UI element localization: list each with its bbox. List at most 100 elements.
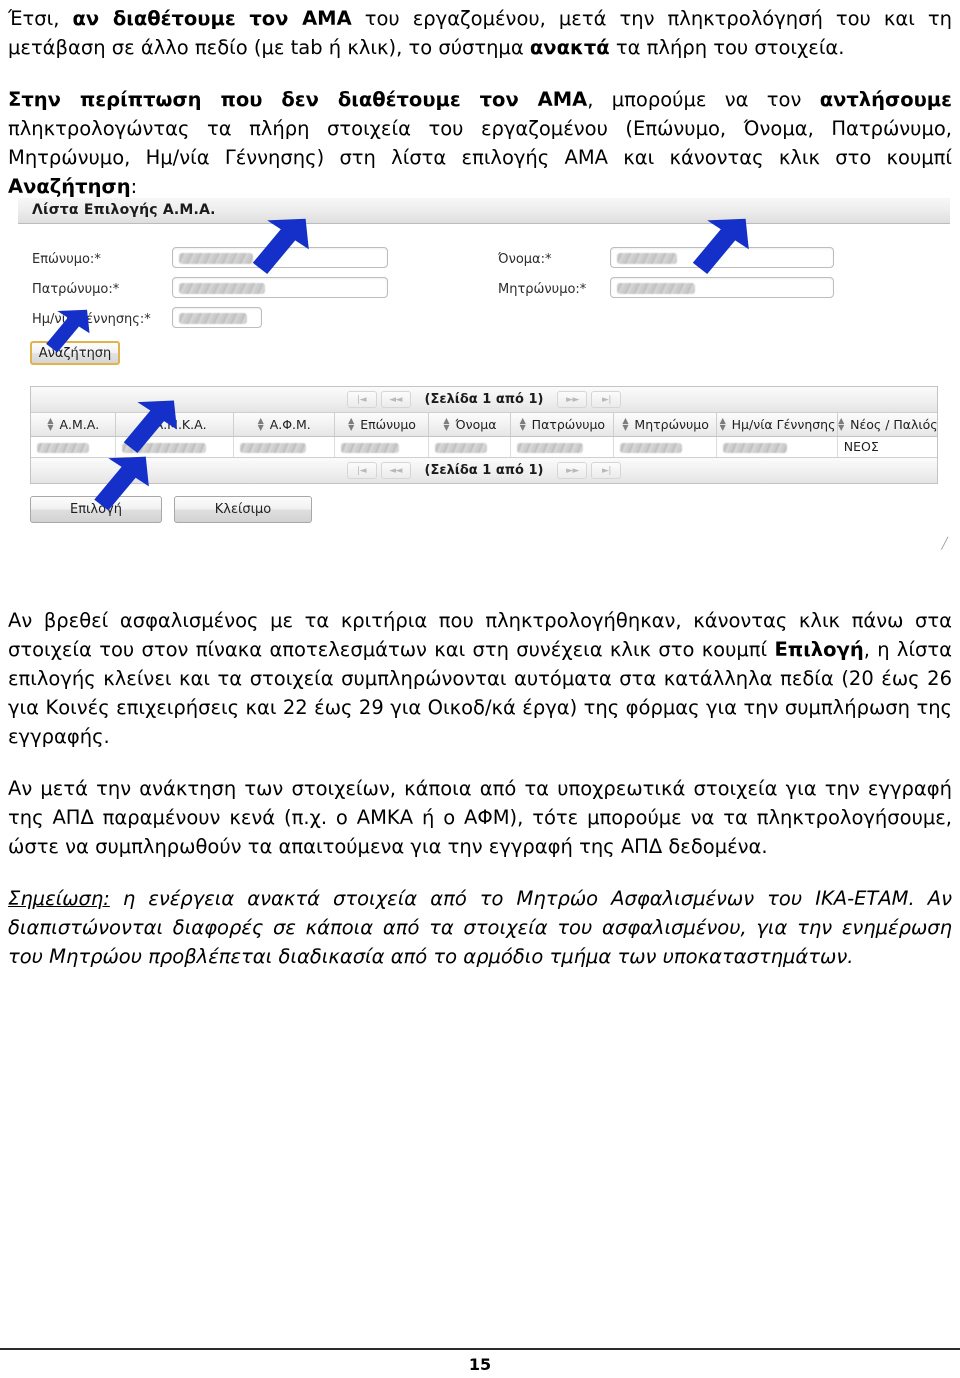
redacted-value <box>179 313 247 324</box>
redacted-value <box>723 442 788 453</box>
redacted-value <box>121 442 206 453</box>
col-header-mitronymo[interactable]: ▲ ▼ Μητρώνυμο <box>613 413 718 437</box>
pager-label: (Σελίδα 1 από 1) <box>424 463 544 478</box>
label-mitronymo: Μητρώνυμο:* <box>498 282 587 297</box>
paragraph-2: Στην περίπτωση που δεν διαθέτουμε τον ΑΜ… <box>8 85 952 201</box>
cell-imnia-gennisis[interactable] <box>716 436 838 457</box>
label-onoma: Όνομα:* <box>498 252 552 267</box>
cell-ama[interactable] <box>31 436 116 457</box>
text-segment: , μπορούμε να τον <box>587 88 820 111</box>
pager-bottom: |◄ ◄◄ (Σελίδα 1 από 1) ►► ►| <box>31 457 937 483</box>
input-patronymo[interactable] <box>172 277 388 298</box>
sort-icon: ▲ ▼ <box>622 416 629 433</box>
sort-icon: ▲ ▼ <box>257 416 264 433</box>
redacted-value <box>516 442 583 453</box>
pager-first-button[interactable]: |◄ <box>346 391 377 408</box>
pager-label: (Σελίδα 1 από 1) <box>424 392 544 407</box>
col-label: Επώνυμο <box>360 416 416 432</box>
cell-mitronymo[interactable] <box>613 436 718 457</box>
note-label: Σημείωση: <box>8 887 110 910</box>
table-header-row: ▲ ▼ Α.Μ.Α. ▲ ▼ Α.Μ.Κ.Α. ▲ ▼ Α.Φ.Μ. ▲ ▼ Επώνυμο ▲… <box>31 413 938 437</box>
screenshot-title: Λίστα Επιλογής Α.Μ.Α. <box>32 202 216 218</box>
col-header-eponymo[interactable]: ▲ ▼ Επώνυμο <box>334 413 430 437</box>
pager-last-button[interactable]: ►| <box>591 462 622 479</box>
redacted-value <box>617 283 695 294</box>
pager-first-button[interactable]: |◄ <box>346 462 377 479</box>
text-segment-bold: Επιλογή <box>774 638 864 661</box>
sort-icon: ▲ ▼ <box>142 416 149 433</box>
text-segment-bold: Στην περίπτωση που δεν διαθέτουμε τον ΑΜ… <box>8 88 588 111</box>
col-header-imnia-gennisis[interactable]: ▲ ▼ Ημ/νία Γέννησης <box>716 413 838 437</box>
cell-neos-palios[interactable]: ΝΕΟΣ <box>837 436 937 457</box>
pager-last-button[interactable]: ►| <box>591 391 622 408</box>
results-grid: |◄ ◄◄ (Σελίδα 1 από 1) ►► ►| ▲ ▼ Α.Μ.Α. ▲ ▼… <box>30 386 938 484</box>
results-table: ▲ ▼ Α.Μ.Α. ▲ ▼ Α.Μ.Κ.Α. ▲ ▼ Α.Φ.Μ. ▲ ▼ Επώνυμο ▲… <box>31 413 938 457</box>
label-imnia-gennisis: Ημ/νία Γέννησης:* <box>32 312 151 327</box>
sort-icon: ▲ ▼ <box>47 416 54 433</box>
text-segment: πληκτρολογώντας τα πλήρη στοιχεία του ερ… <box>8 117 952 169</box>
sort-icon: ▲ ▼ <box>348 416 355 433</box>
paragraph-1: Έτσι, αν διαθέτουμε τον ΑΜΑ του εργαζομέ… <box>8 4 952 62</box>
text-segment: Αν μετά την ανάκτηση των στοιχείων, κάπο… <box>8 777 952 858</box>
col-label: Α.Μ.Α. <box>59 416 100 432</box>
text-segment-bold: αν διαθέτουμε τον ΑΜΑ <box>72 7 352 30</box>
text-segment: η ενέργεια ανακτά στοιχεία από το Μητρώο… <box>8 887 952 968</box>
redacted-value <box>239 442 306 453</box>
grid-actions: Επιλογή Κλείσιμο <box>30 496 430 528</box>
paragraph-3: Αν βρεθεί ασφαλισμένος με τα κριτήρια πο… <box>8 606 952 751</box>
cell-afm[interactable] <box>233 436 335 457</box>
col-header-onoma[interactable]: ▲ ▼ Όνομα <box>428 413 511 437</box>
pager-next-button[interactable]: ►► <box>557 462 588 479</box>
redacted-value <box>620 442 683 453</box>
redacted-value <box>617 253 677 264</box>
text-segment: τα πλήρη του στοιχεία. <box>609 36 845 59</box>
label-eponymo: Επώνυμο:* <box>32 252 101 267</box>
label-patronymo: Πατρώνυμο:* <box>32 282 120 297</box>
col-label: Α.Φ.Μ. <box>269 416 311 432</box>
col-label: Όνομα <box>455 416 497 432</box>
input-eponymo[interactable] <box>172 247 388 268</box>
text-segment: : <box>130 175 138 198</box>
cell-onoma[interactable] <box>428 436 511 457</box>
input-mitronymo[interactable] <box>610 277 834 298</box>
close-button[interactable]: Κλείσιμο <box>174 496 312 523</box>
col-label: Νέος / Παλιός <box>850 416 938 432</box>
sort-icon: ▲ ▼ <box>519 416 526 433</box>
sort-icon: ▲ ▼ <box>838 416 845 433</box>
col-label: Α.Μ.Κ.Α. <box>154 416 207 432</box>
resize-handle-icon[interactable]: ╱ <box>936 538 948 550</box>
cell-amka[interactable] <box>115 436 234 457</box>
paragraph-4: Αν μετά την ανάκτηση των στοιχείων, κάπο… <box>8 774 952 861</box>
input-onoma[interactable] <box>610 247 834 268</box>
text-segment-bold: αντλήσουμε <box>819 88 952 111</box>
col-header-neos-palios[interactable]: ▲ ▼ Νέος / Παλιός <box>837 413 938 437</box>
text-segment: Έτσι, <box>8 7 73 30</box>
pager-prev-button[interactable]: ◄◄ <box>380 462 411 479</box>
redacted-value <box>179 283 265 294</box>
redacted-value <box>340 442 399 453</box>
text-segment-bold: ανακτά <box>529 36 610 59</box>
footer-divider <box>0 1348 960 1350</box>
col-label: Μητρώνυμο <box>634 416 709 432</box>
col-header-ama[interactable]: ▲ ▼ Α.Μ.Α. <box>31 413 116 437</box>
redacted-value <box>37 442 89 453</box>
col-header-afm[interactable]: ▲ ▼ Α.Φ.Μ. <box>233 413 335 437</box>
cell-eponymo[interactable] <box>334 436 430 457</box>
select-button[interactable]: Επιλογή <box>30 496 162 523</box>
document-body-lower: Αν βρεθεί ασφαλισμένος με τα κριτήρια πο… <box>8 606 952 971</box>
input-imnia-gennisis[interactable] <box>172 307 262 328</box>
col-header-patronymo[interactable]: ▲ ▼ Πατρώνυμο <box>510 413 615 437</box>
redacted-value <box>179 253 253 264</box>
paragraph-5-note: Σημείωση: η ενέργεια ανακτά στοιχεία από… <box>8 884 952 971</box>
table-row[interactable]: ΝΕΟΣ <box>31 436 937 457</box>
sort-icon: ▲ ▼ <box>719 416 726 433</box>
document-body: Έτσι, αν διαθέτουμε τον ΑΜΑ του εργαζομέ… <box>8 4 952 201</box>
pager-prev-button[interactable]: ◄◄ <box>380 391 411 408</box>
redacted-value <box>435 442 488 453</box>
pager-next-button[interactable]: ►► <box>557 391 588 408</box>
search-form: Επώνυμο:* Πατρώνυμο:* Ημ/νία Γέννησης:* … <box>18 228 950 365</box>
cell-patronymo[interactable] <box>510 436 615 457</box>
text-segment-bold: Αναζήτηση <box>8 175 131 198</box>
col-header-amka[interactable]: ▲ ▼ Α.Μ.Κ.Α. <box>115 413 234 437</box>
search-button[interactable]: Αναζήτηση <box>30 341 120 365</box>
